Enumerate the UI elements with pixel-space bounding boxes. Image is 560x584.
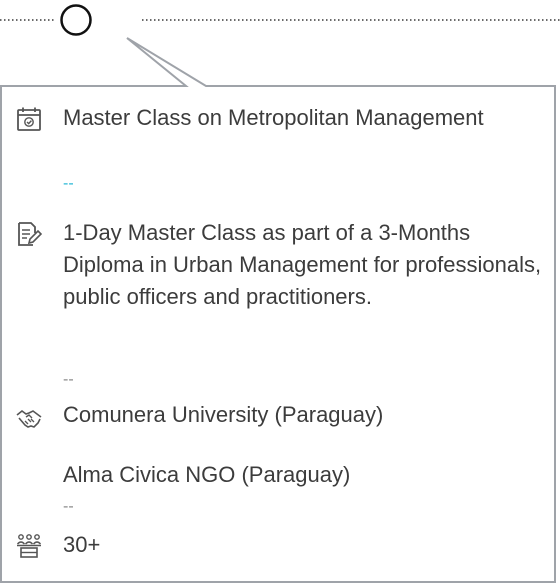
- partner-item: Alma Civica NGO (Paraguay): [63, 462, 351, 487]
- separator-1: --: [63, 175, 74, 192]
- calendar-icon: [16, 106, 42, 132]
- separator-2: --: [63, 371, 74, 388]
- timeline-node: [60, 4, 92, 36]
- audience-icon: [16, 533, 42, 559]
- handshake-icon: [16, 406, 42, 432]
- attendee-count: 30+: [63, 532, 101, 557]
- partner-item: Comunera University (Paraguay): [63, 402, 384, 427]
- document-pen-icon: [16, 221, 42, 247]
- event-title: Master Class on Metropolitan Management: [63, 105, 484, 130]
- event-description: 1-Day Master Class as part of a 3-Months…: [63, 220, 542, 309]
- event-card: Master Class on Metropolitan Management …: [0, 86, 555, 583]
- separator-3: --: [63, 498, 74, 515]
